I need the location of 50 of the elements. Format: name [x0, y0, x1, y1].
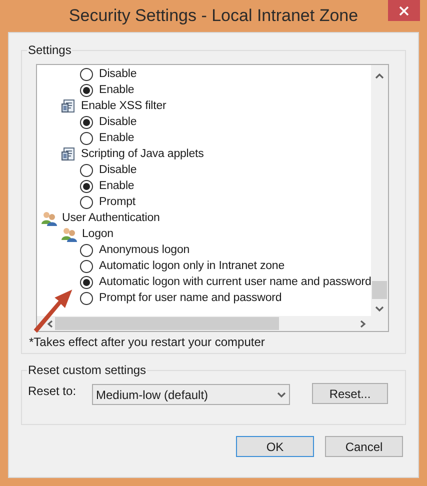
scroll-thumb[interactable]	[55, 317, 279, 330]
setting-label: Logon	[82, 227, 114, 242]
option-label[interactable]: Enable	[99, 130, 134, 146]
radio-button[interactable]	[80, 260, 93, 272]
option-label[interactable]: Anonymous logon	[99, 242, 190, 258]
scroll-thumb[interactable]	[372, 281, 387, 299]
level-dropdown[interactable]: Medium-low (default)	[92, 384, 290, 405]
option-label[interactable]: Disable	[99, 114, 137, 130]
setting-label: Enable XSS filter	[81, 99, 166, 114]
option-label[interactable]: Prompt	[99, 194, 136, 210]
option-label[interactable]: Prompt for user name and password	[99, 290, 282, 306]
radio-button[interactable]	[80, 180, 93, 192]
document-gear-icon	[61, 98, 77, 114]
scroll-up-icon[interactable]	[375, 73, 384, 79]
horizontal-scrollbar[interactable]	[37, 316, 371, 331]
category-label: User Authentication	[62, 211, 160, 226]
window-title: Security Settings - Local Intranet Zone	[68, 5, 358, 28]
vertical-scrollbar[interactable]	[371, 65, 388, 316]
close-icon	[399, 6, 409, 16]
close-button[interactable]	[388, 0, 420, 21]
dropdown-caret-icon	[277, 392, 286, 398]
option-label[interactable]: Automatic logon only in Intranet zone	[99, 258, 285, 274]
radio-button[interactable]	[80, 244, 93, 256]
reset-button[interactable]: Reset...	[312, 383, 388, 404]
radio-button[interactable]	[80, 196, 93, 208]
radio-button[interactable]	[80, 116, 93, 128]
option-label[interactable]: Enable	[99, 178, 134, 194]
radio-button[interactable]	[80, 276, 93, 288]
group-label: Settings	[27, 43, 72, 58]
scroll-right-icon[interactable]	[360, 320, 366, 328]
note-text: *Takes effect after you restart your computer	[29, 334, 266, 350]
scroll-left-icon[interactable]	[47, 320, 53, 328]
radio-button[interactable]	[80, 132, 93, 144]
ok-button[interactable]: OK	[236, 436, 314, 457]
cancel-button[interactable]: Cancel	[325, 436, 403, 457]
group-label: Reset custom settings	[27, 363, 148, 378]
option-label[interactable]: Disable	[99, 66, 137, 82]
users-icon	[61, 226, 78, 242]
setting-label: Scripting of Java applets	[81, 147, 204, 162]
scroll-down-icon[interactable]	[375, 306, 384, 312]
users-icon	[41, 210, 58, 226]
option-label[interactable]: Disable	[99, 162, 137, 178]
field-label: Reset to:	[28, 383, 78, 399]
document-gear-icon	[61, 146, 77, 162]
option-label[interactable]: Automatic logon with current user name and password	[99, 274, 372, 290]
radio-button[interactable]	[80, 164, 93, 176]
radio-button[interactable]	[80, 84, 93, 96]
radio-button[interactable]	[80, 68, 93, 80]
radio-button[interactable]	[80, 292, 93, 304]
option-label[interactable]: Enable	[99, 82, 134, 98]
